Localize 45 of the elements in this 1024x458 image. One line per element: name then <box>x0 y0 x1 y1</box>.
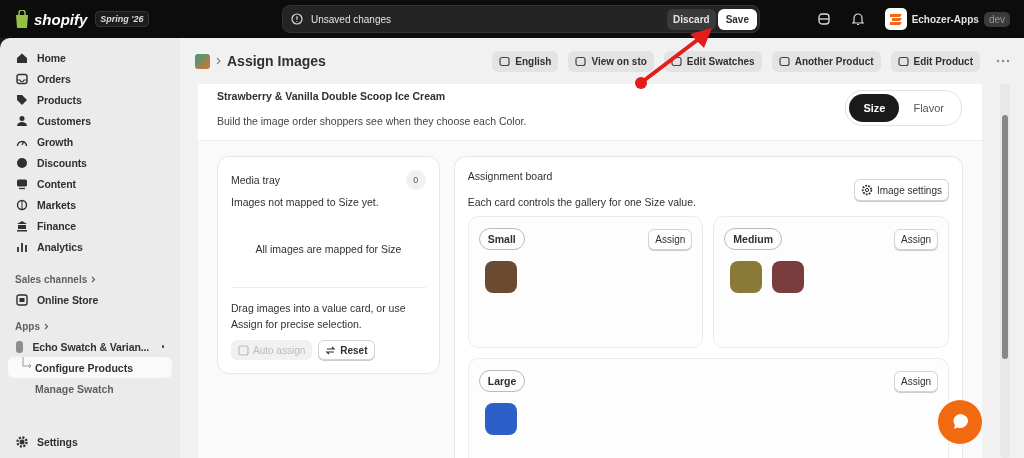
count-badge: 0 <box>405 170 426 190</box>
panel-subtitle: Images not mapped to Size yet. <box>231 196 380 208</box>
option-tab[interactable]: Size <box>849 94 900 122</box>
assign-button[interactable]: Assign <box>894 228 938 250</box>
sidebar-item[interactable]: Markets <box>8 194 172 215</box>
section-heading[interactable]: Apps <box>8 316 172 336</box>
header-action-button[interactable]: Edit Swatches <box>663 50 762 72</box>
sidebar-item[interactable]: Orders <box>8 68 172 89</box>
brand-logo: shopify <box>34 10 88 28</box>
header-action-button[interactable]: Edit Product <box>890 50 980 72</box>
panel-title: Assignment board <box>467 170 554 182</box>
image-settings-button[interactable]: Image settings <box>853 179 949 201</box>
empty-message: All images are mapped for Size <box>254 243 403 255</box>
store-menu[interactable]: Echozer-Apps dev <box>884 8 1010 30</box>
sidebar-item[interactable]: Online Store <box>8 289 172 310</box>
header-action-button[interactable]: English <box>492 50 559 72</box>
app-item[interactable]: Echo Swatch & Varian... <box>8 336 172 357</box>
discard-button[interactable]: Discard <box>666 8 716 30</box>
panel-title: Media tray <box>231 174 281 186</box>
sidebar-item[interactable]: Analytics <box>8 236 172 257</box>
sidebar-item[interactable]: Home <box>8 47 172 68</box>
sidebar-item[interactable]: Discounts <box>8 152 172 173</box>
sidebar-subitem[interactable]: Configure Products <box>8 357 172 378</box>
hint-text: Drag images into a value card, or use Assign for precise selection. <box>231 301 407 332</box>
sidebar-item[interactable]: Growth <box>8 131 172 152</box>
alert-text: Unsaved changes <box>311 13 392 25</box>
sidebar-item[interactable]: Finance <box>8 215 172 236</box>
sidebar-subitem[interactable]: Manage Swatch <box>8 378 172 399</box>
page-title: Assign Images <box>227 53 326 69</box>
reset-button[interactable]: Reset <box>318 340 375 360</box>
sidebar-item[interactable]: Customers <box>8 110 172 131</box>
product-title: Strawberry & Vanilla Double Scoop Ice Cream <box>217 90 447 102</box>
panel-subtitle: Each card controls the gallery for one Size value. <box>467 196 696 208</box>
sidebar-item[interactable]: Products <box>8 89 172 110</box>
assign-button[interactable]: Assign <box>648 228 693 250</box>
save-button[interactable]: Save <box>717 8 757 30</box>
section-heading[interactable]: Sales channels <box>8 269 172 289</box>
header-action-button[interactable]: View on sto <box>568 50 654 72</box>
header-action-button[interactable]: Another Product <box>771 50 881 72</box>
option-tab[interactable]: Flavor <box>899 94 958 122</box>
assign-button[interactable]: Assign <box>894 370 938 392</box>
product-description: Build the image order shoppers see when they choose each Color. <box>217 115 527 127</box>
edition-badge: Spring '26 <box>95 11 149 27</box>
sidebar-item[interactable]: Content <box>8 173 172 194</box>
settings-item[interactable]: Settings <box>8 431 172 452</box>
